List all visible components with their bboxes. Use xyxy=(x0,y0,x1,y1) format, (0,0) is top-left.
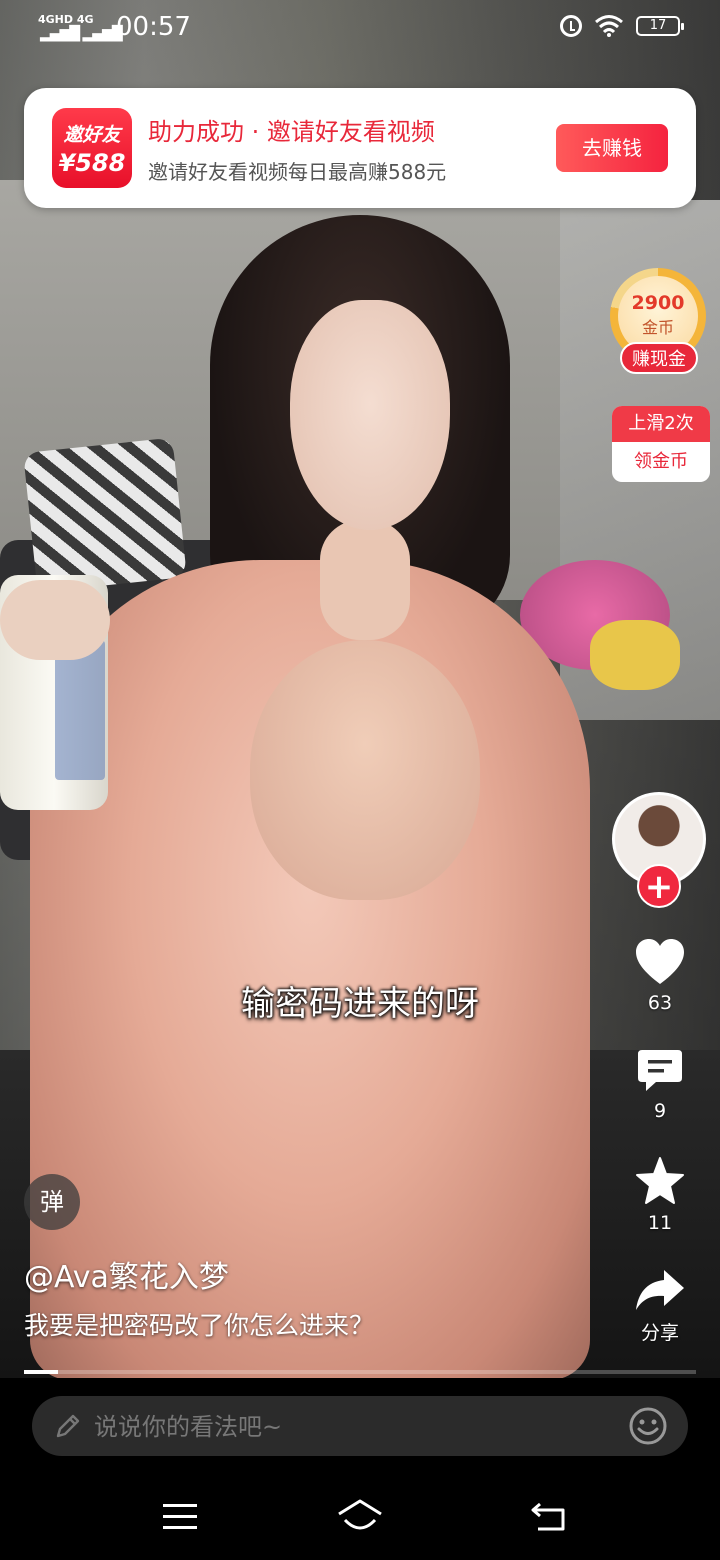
comment-input[interactable] xyxy=(92,1396,616,1458)
swipe-reward-line1: 上滑2次 xyxy=(612,406,710,442)
video-progress-fill xyxy=(24,1370,58,1374)
video-frame-plush-yellow xyxy=(590,620,680,690)
invite-banner[interactable]: 邀好友 ¥588 助力成功 · 邀请好友看视频 邀请好友看视频每日最高赚588元… xyxy=(24,88,696,208)
emoji-icon[interactable] xyxy=(628,1406,668,1446)
invite-logo-amount: ¥588 xyxy=(58,149,126,177)
comment-button[interactable]: 9 xyxy=(620,1048,700,1122)
share-label: 分享 xyxy=(640,1322,679,1344)
back-icon[interactable] xyxy=(530,1500,566,1532)
video-frame-chest xyxy=(250,640,480,900)
comment-bar[interactable] xyxy=(32,1396,688,1458)
swipe-reward-line2: 领金币 xyxy=(634,451,688,472)
system-nav-bar xyxy=(0,1470,720,1560)
coin-reward-widget[interactable]: 2900 金币 赚现金 xyxy=(610,268,710,378)
invite-title: 助力成功 · 邀请好友看视频 xyxy=(148,118,435,146)
clock: 00:57 xyxy=(116,12,191,42)
video-frame-hand xyxy=(0,580,110,660)
follow-button[interactable]: + xyxy=(637,864,681,908)
favorite-button[interactable]: 11 xyxy=(620,1156,700,1234)
video-caption: 我要是把密码改了你怎么进来？ xyxy=(24,1311,375,1340)
video-subtitle: 输密码进来的呀 xyxy=(241,984,479,1024)
alarm-icon xyxy=(560,15,582,37)
coin-unit: 金币 xyxy=(641,318,674,337)
video-progress-bar[interactable] xyxy=(24,1370,696,1374)
menu-icon[interactable] xyxy=(162,1502,198,1530)
home-icon[interactable] xyxy=(336,1498,384,1534)
danmu-toggle-button[interactable]: 弹 xyxy=(24,1174,80,1230)
favorite-count: 11 xyxy=(647,1212,673,1234)
wifi-icon xyxy=(595,15,623,37)
invite-logo: 邀好友 ¥588 xyxy=(52,108,132,188)
earn-money-button[interactable]: 去赚钱 xyxy=(556,124,668,172)
earn-cash-button[interactable]: 赚现金 xyxy=(620,342,698,374)
share-icon xyxy=(636,1270,684,1310)
invite-subtitle: 邀请好友看视频每日最高赚588元 xyxy=(148,160,447,184)
swipe-reward-card[interactable]: 上滑2次 领金币 xyxy=(612,406,710,482)
author-name[interactable]: @Ava繁花入梦 xyxy=(24,1252,229,1296)
video-frame-neck xyxy=(320,520,410,640)
coin-amount: 2900 xyxy=(631,292,685,314)
video-frame-face xyxy=(290,300,450,530)
invite-logo-text: 邀好友 xyxy=(63,124,121,146)
status-icons: 17 xyxy=(560,14,684,38)
star-icon xyxy=(636,1157,684,1204)
share-button[interactable]: 分享 xyxy=(620,1268,700,1345)
status-bar: 4GHD 4G ▂▄▆█ ▂▄▆█ 00:57 17 xyxy=(0,0,720,56)
video-frame-bottle-label xyxy=(55,640,105,780)
battery-indicator: 17 xyxy=(636,16,684,36)
video-frame-pillow xyxy=(23,437,187,593)
comment-icon xyxy=(638,1050,682,1091)
network-type: 4GHD 4G xyxy=(38,13,94,26)
comment-count: 9 xyxy=(653,1100,667,1122)
signal-icon: ▂▄▆█ ▂▄▆█ xyxy=(40,26,123,42)
pencil-icon xyxy=(56,1414,80,1438)
